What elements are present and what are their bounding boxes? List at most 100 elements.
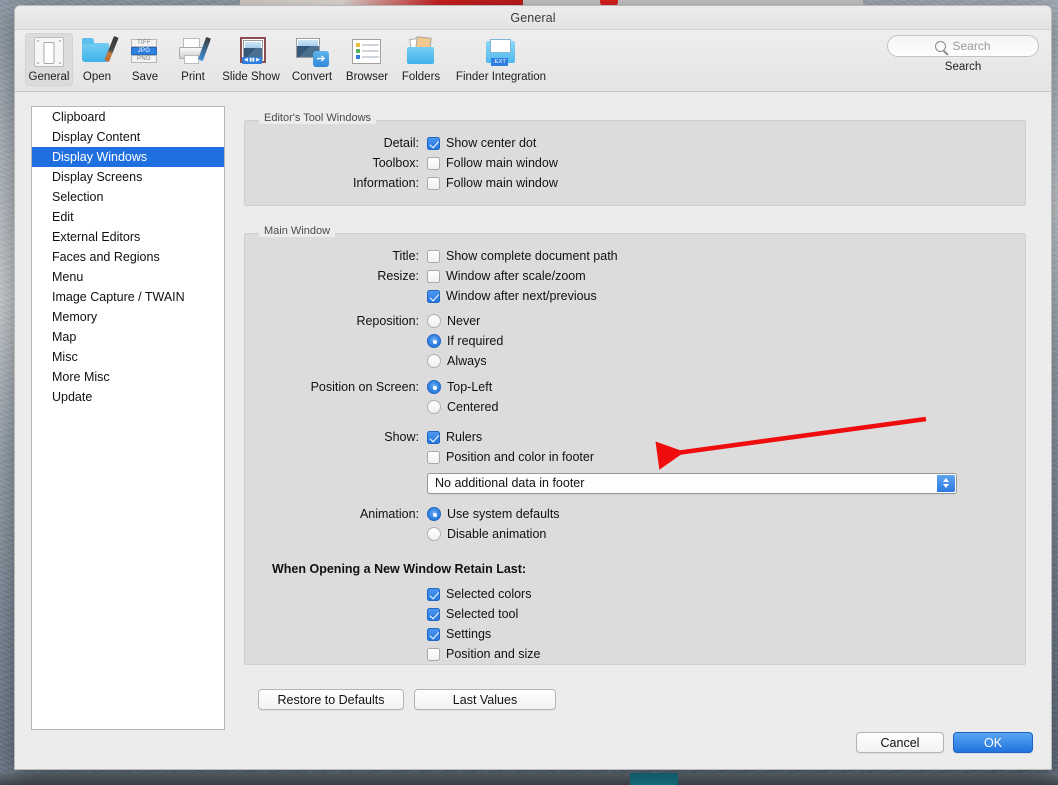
- restore-to-defaults-button[interactable]: Restore to Defaults: [258, 689, 404, 710]
- toolbar-item-folders[interactable]: Folders: [395, 33, 447, 86]
- sidebar-item-clipboard[interactable]: Clipboard: [32, 107, 224, 127]
- toolbar-item-print[interactable]: Print: [169, 33, 217, 86]
- search-placeholder: Search: [952, 39, 991, 53]
- preferences-category-list[interactable]: Clipboard Display Content Display Window…: [31, 106, 225, 730]
- sidebar-item-image-capture-twain[interactable]: Image Capture / TWAIN: [32, 287, 224, 307]
- label-position-on-screen: Position on Screen:: [310, 380, 419, 394]
- sidebar-item-memory[interactable]: Memory: [32, 307, 224, 327]
- toolbar-item-finder-integration[interactable]: .EXT Finder Integration: [447, 33, 555, 86]
- folders-photos-icon: [404, 36, 438, 68]
- toolbar-item-slide-show[interactable]: ◀ ▮▮ ▶ Slide Show: [217, 33, 285, 86]
- toolbar-item-save[interactable]: TIFF JPG PNG Save: [121, 33, 169, 86]
- retain-heading-wrap: When Opening a New Window Retain Last:: [245, 560, 1025, 578]
- label-animation: Animation:: [359, 507, 419, 521]
- checkbox-toolbox-follow-main-window[interactable]: [427, 156, 440, 170]
- save-format-png: PNG: [131, 55, 157, 63]
- save-format-tiff: TIFF: [131, 39, 157, 47]
- slideshow-icon: ◀ ▮▮ ▶: [234, 36, 268, 68]
- label-information: Information:: [352, 176, 419, 190]
- chevron-updown-icon: [937, 474, 955, 492]
- toolbar-label-browser: Browser: [345, 71, 389, 83]
- sidebar-item-edit[interactable]: Edit: [32, 207, 224, 227]
- toolbar-item-open[interactable]: Open: [73, 33, 121, 86]
- last-values-button[interactable]: Last Values: [414, 689, 556, 710]
- open-folder-brush-icon: [80, 36, 119, 68]
- toolbar-item-general[interactable]: General: [25, 33, 73, 86]
- label-use-system-defaults: Use system defaults: [447, 507, 560, 521]
- checkbox-retain-selected-tool[interactable]: [427, 607, 440, 621]
- row-resize-2: Window after next/previous: [245, 286, 1025, 306]
- sidebar-item-faces-and-regions[interactable]: Faces and Regions: [32, 247, 224, 267]
- row-retain-selected-tool: Selected tool: [245, 604, 1025, 624]
- label-show: Show:: [384, 430, 419, 444]
- dialog-footer-buttons: Cancel OK: [856, 732, 1033, 753]
- radio-reposition-always[interactable]: [427, 354, 441, 368]
- checkbox-show-rulers[interactable]: [427, 430, 440, 444]
- toolbar-label-save: Save: [131, 71, 159, 83]
- sidebar-item-selection[interactable]: Selection: [32, 187, 224, 207]
- checkbox-retain-settings[interactable]: [427, 627, 440, 641]
- label-show-rulers: Rulers: [446, 430, 483, 444]
- toolbar-label-search: Search: [944, 61, 982, 73]
- ok-button[interactable]: OK: [953, 732, 1033, 753]
- toolbar-label-open: Open: [82, 71, 112, 83]
- sidebar-item-menu[interactable]: Menu: [32, 267, 224, 287]
- label-information-follow-main-window: Follow main window: [446, 176, 558, 190]
- radio-position-centered[interactable]: [427, 400, 441, 414]
- label-reposition-always: Always: [447, 354, 487, 368]
- group-main-window: Main Window Title: Show complete documen…: [244, 225, 1026, 665]
- printer-icon: [176, 36, 211, 68]
- panel-action-buttons: Restore to Defaults Last Values: [258, 689, 556, 710]
- sidebar-item-update[interactable]: Update: [32, 387, 224, 407]
- checkbox-position-and-color-in-footer[interactable]: [427, 450, 440, 464]
- toolbar-item-browser[interactable]: Browser: [339, 33, 395, 86]
- row-information: Information: Follow main window: [245, 173, 1025, 193]
- sidebar-item-display-windows[interactable]: Display Windows: [32, 147, 224, 167]
- sidebar-item-external-editors[interactable]: External Editors: [32, 227, 224, 247]
- row-animation-2: Disable animation: [245, 524, 1025, 544]
- checkbox-window-after-scale-zoom[interactable]: [427, 269, 440, 283]
- general-icon: [32, 36, 66, 68]
- checkbox-show-complete-document-path[interactable]: [427, 249, 440, 263]
- toolbar-label-print: Print: [181, 71, 205, 83]
- radio-position-top-left[interactable]: [427, 380, 441, 394]
- label-retain-selected-colors: Selected colors: [446, 587, 532, 601]
- row-resize: Resize: Window after scale/zoom: [245, 266, 1025, 286]
- row-show-position-color: Position and color in footer: [245, 447, 1025, 467]
- row-position-on-screen: Position on Screen: Top-Left: [245, 377, 1025, 397]
- radio-reposition-if-required[interactable]: [427, 334, 441, 348]
- sidebar-item-more-misc[interactable]: More Misc: [32, 367, 224, 387]
- label-position-top-left: Top-Left: [447, 380, 493, 394]
- radio-disable-animation[interactable]: [427, 527, 441, 541]
- sidebar-item-map[interactable]: Map: [32, 327, 224, 347]
- radio-reposition-never[interactable]: [427, 314, 441, 328]
- sidebar-item-display-screens[interactable]: Display Screens: [32, 167, 224, 187]
- toolbar-item-convert[interactable]: Convert: [285, 33, 339, 86]
- checkbox-window-after-next-previous[interactable]: [427, 289, 440, 303]
- checkbox-show-center-dot[interactable]: [427, 136, 440, 150]
- group-editors-tool-windows: Editor's Tool Windows Detail: Show cente…: [244, 112, 1026, 206]
- sidebar-item-misc[interactable]: Misc: [32, 347, 224, 367]
- footer-data-select[interactable]: No additional data in footer: [427, 472, 957, 494]
- label-title: Title:: [392, 249, 419, 263]
- checkbox-information-follow-main-window[interactable]: [427, 176, 440, 190]
- label-retain-settings: Settings: [446, 627, 492, 641]
- retain-last-heading: When Opening a New Window Retain Last:: [272, 562, 527, 576]
- label-retain-position-and-size: Position and size: [446, 647, 541, 661]
- checkbox-retain-selected-colors[interactable]: [427, 587, 440, 601]
- row-reposition-3: Always: [245, 351, 1025, 371]
- cancel-button[interactable]: Cancel: [856, 732, 944, 753]
- preferences-content: Clipboard Display Content Display Window…: [15, 93, 1051, 769]
- label-window-after-scale-zoom: Window after scale/zoom: [446, 269, 586, 283]
- toolbar-label-convert: Convert: [291, 71, 333, 83]
- radio-use-system-defaults[interactable]: [427, 507, 441, 521]
- checkbox-retain-position-and-size[interactable]: [427, 647, 440, 661]
- save-formats-icon: TIFF JPG PNG: [128, 36, 162, 68]
- label-window-after-next-previous: Window after next/previous: [446, 289, 597, 303]
- row-footer-popup: No additional data in footer: [245, 471, 1025, 495]
- sidebar-item-display-content[interactable]: Display Content: [32, 127, 224, 147]
- group-title-editors-tool-windows: Editor's Tool Windows: [259, 112, 377, 124]
- search-input[interactable]: Search: [887, 35, 1039, 57]
- label-reposition-if-required: If required: [447, 334, 504, 348]
- label-detail: Detail:: [383, 136, 419, 150]
